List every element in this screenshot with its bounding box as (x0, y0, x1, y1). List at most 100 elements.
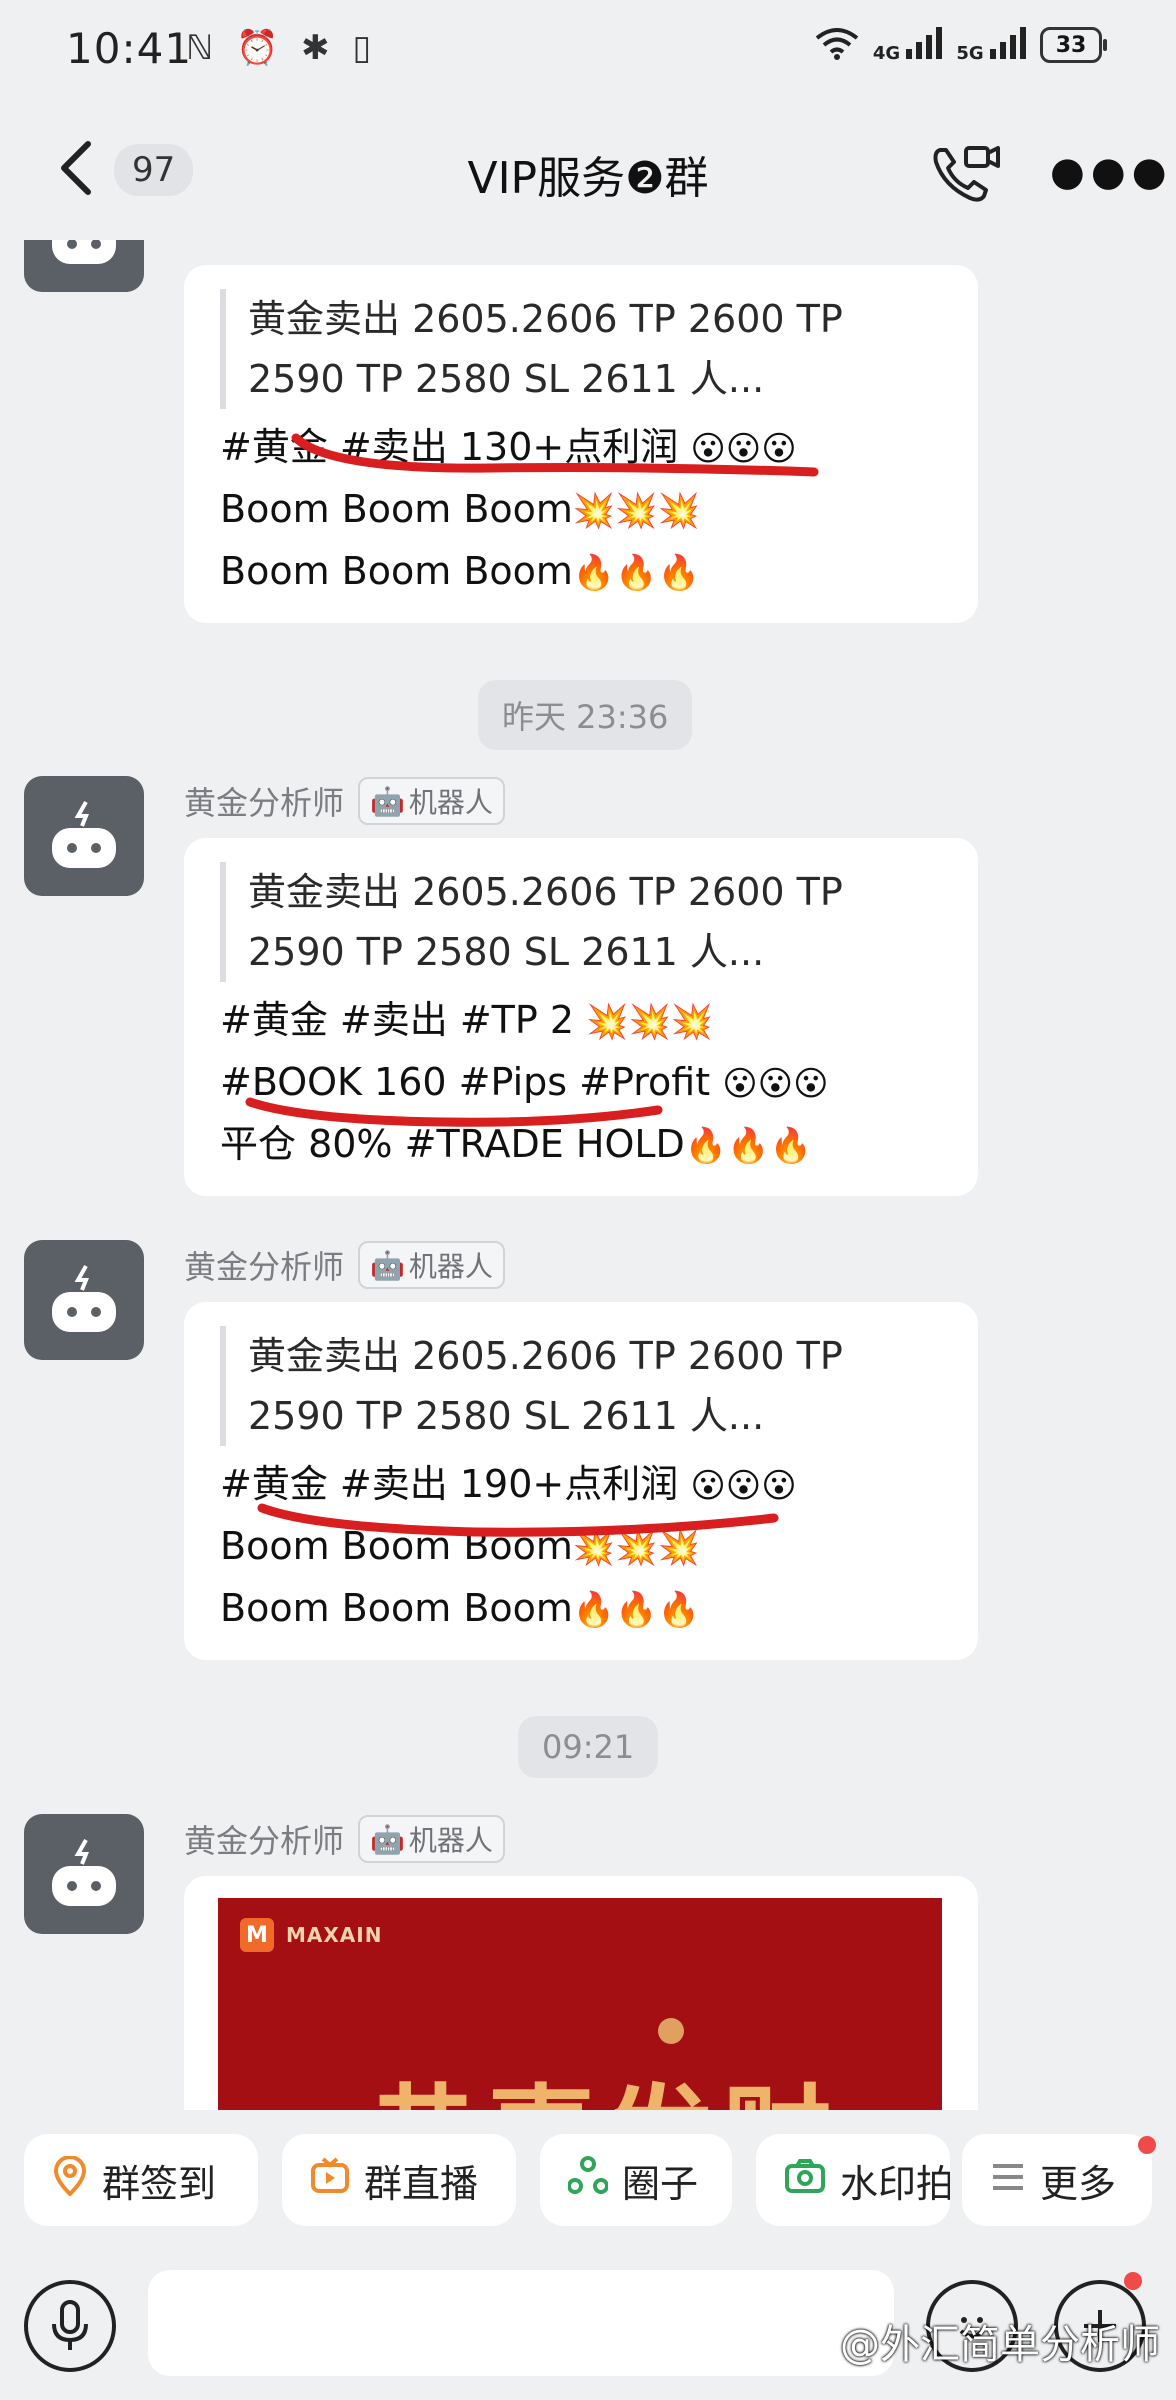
message-text: Boom Boom Boom (220, 487, 573, 531)
message-line: Boom Boom Boom🔥🔥🔥 (220, 541, 942, 603)
bot-tag: 🤖 机器人 (358, 777, 505, 825)
message-text: #BOOK 160 #Pips #Profit (220, 1060, 711, 1104)
sender-name[interactable]: 黄金分析师 (184, 778, 344, 824)
circle-button[interactable]: 圈子 (540, 2134, 732, 2226)
quote-line: 2590 TP 2580 SL 2611 人... (248, 930, 765, 974)
quote-line: 黄金卖出 2605.2606 TP 2600 TP (248, 870, 843, 914)
live-tv-icon (310, 2156, 350, 2204)
poster-headline: 恭喜发财 (368, 2048, 840, 2110)
battery-icon: 33 (1040, 27, 1107, 63)
status-right-icons: 4G 5G 33 (815, 26, 1107, 64)
chat-header: 97 VIP服务❷群 ●●● (0, 100, 1176, 240)
phone-video-icon (933, 146, 1000, 202)
notification-icons: ℕ ⏰ ✱ ▯ (186, 28, 378, 68)
sender-row: 黄金分析师 🤖 机器人 (184, 1815, 505, 1863)
quick-action-label: 圈子 (622, 2161, 699, 2206)
bot-tag-label: 机器人 (408, 786, 493, 819)
bot-tag: 🤖 机器人 (358, 1815, 505, 1863)
quote-line: 黄金卖出 2605.2606 TP 2600 TP (248, 1334, 843, 1378)
status-time: 10:41 (66, 24, 193, 73)
brand-mark-icon: M (240, 1918, 274, 1952)
bot-avatar[interactable] (24, 776, 144, 896)
bot-avatar[interactable] (24, 1814, 144, 1934)
message-input-bar: @外汇简单分析师 (0, 2250, 1176, 2400)
emoji: 🔥🔥🔥 (572, 553, 700, 593)
quick-action-label: 群签到 (102, 2161, 217, 2206)
message-text: #黄金 #卖出 130+点利润 (220, 425, 679, 469)
image-message-bubble[interactable]: M MAXAIN 恭喜发财 (184, 1876, 978, 2110)
more-actions-button[interactable]: 更多 (962, 2134, 1152, 2226)
emoji: 🔥🔥🔥 (572, 1590, 700, 1630)
video-call-button[interactable] (930, 142, 1002, 206)
message-line: #黄金 #卖出 190+点利润 😮😮😮 (220, 1454, 942, 1516)
message-list[interactable]: 黄金卖出 2605.2606 TP 2600 TP 2590 TP 2580 S… (0, 240, 1176, 2110)
timestamp-chip: 09:21 (518, 1716, 659, 1778)
quote-line: 2590 TP 2580 SL 2611 人... (248, 357, 765, 401)
robot-icon (52, 801, 116, 868)
message-text: #黄金 #卖出 190+点利润 (220, 1462, 679, 1506)
network-type-label: 5G (956, 42, 984, 64)
message-text: #黄金 #卖出 #TP 2 (220, 998, 575, 1042)
microphone-icon (52, 2300, 88, 2350)
message-line: #BOOK 160 #Pips #Profit 😮😮😮 (220, 1052, 942, 1114)
notification-dot (1124, 2272, 1142, 2290)
sender-row: 黄金分析师 🤖 机器人 (184, 777, 505, 825)
message-text: Boom Boom Boom (220, 549, 573, 593)
sender-row: 黄金分析师 🤖 机器人 (184, 1241, 505, 1289)
emoji: 😮😮😮 (690, 429, 797, 469)
notification-dot (1138, 2136, 1156, 2154)
message-line: Boom Boom Boom💥💥💥 (220, 479, 942, 541)
message-text: 平仓 80% #TRADE HOLD (220, 1122, 685, 1166)
message-line: #黄金 #卖出 130+点利润 😮😮😮 (220, 417, 942, 479)
emoji: 💥💥💥 (572, 1528, 700, 1568)
message-text-input[interactable] (148, 2270, 894, 2376)
emoji: 💥💥💥 (572, 491, 700, 531)
quoted-message[interactable]: 黄金卖出 2605.2606 TP 2600 TP 2590 TP 2580 S… (220, 1326, 942, 1446)
circle-share-icon (567, 2155, 609, 2205)
robot-small-icon: 🤖 (370, 1822, 405, 1856)
message-line: Boom Boom Boom💥💥💥 (220, 1516, 942, 1578)
emoji: 😮😮😮 (722, 1064, 829, 1104)
seal-icon (658, 2018, 684, 2044)
emoji: 😮😮😮 (690, 1466, 797, 1506)
status-bar: 10:41 ℕ ⏰ ✱ ▯ 4G 5G 33 (0, 0, 1176, 100)
bot-tag-label: 机器人 (408, 1824, 493, 1857)
quote-line: 2590 TP 2580 SL 2611 人... (248, 1394, 765, 1438)
sender-name[interactable]: 黄金分析师 (184, 1816, 344, 1862)
promo-poster-image[interactable]: M MAXAIN 恭喜发财 (218, 1898, 942, 2110)
sender-name[interactable]: 黄金分析师 (184, 1242, 344, 1288)
signal-bars-icon (906, 26, 943, 59)
wifi-icon (815, 26, 859, 64)
emoji: 💥💥💥 (586, 1002, 714, 1042)
timestamp-chip: 昨天 23:36 (478, 680, 693, 750)
quick-action-label: 更多 (1040, 2161, 1117, 2206)
message-bubble[interactable]: 黄金卖出 2605.2606 TP 2600 TP 2590 TP 2580 S… (184, 265, 978, 623)
robot-icon (52, 1839, 116, 1906)
message-line: #黄金 #卖出 #TP 2 💥💥💥 (220, 990, 942, 1052)
camera-icon (784, 2158, 826, 2203)
group-checkin-button[interactable]: 群签到 (24, 2134, 258, 2226)
robot-icon (52, 240, 116, 264)
more-options-button[interactable]: ●●● (1050, 152, 1173, 192)
location-pin-icon (52, 2154, 88, 2205)
voice-input-button[interactable] (24, 2280, 116, 2372)
message-text: Boom Boom Boom (220, 1586, 573, 1630)
message-bubble[interactable]: 黄金卖出 2605.2606 TP 2600 TP 2590 TP 2580 S… (184, 838, 978, 1196)
network-type-label: 4G (872, 42, 901, 64)
quick-action-bar: 群签到 群直播 圈子 水印拍 更多 (0, 2120, 1176, 2250)
signal-bars-icon (990, 26, 1026, 59)
message-bubble[interactable]: 黄金卖出 2605.2606 TP 2600 TP 2590 TP 2580 S… (184, 1302, 978, 1660)
poster-logo: M MAXAIN (240, 1918, 382, 1952)
bot-avatar[interactable] (24, 240, 144, 292)
quick-action-label: 群直播 (364, 2161, 479, 2206)
quote-line: 黄金卖出 2605.2606 TP 2600 TP (248, 297, 843, 341)
bot-avatar[interactable] (24, 1240, 144, 1360)
cellular-signal-2: 5G (956, 26, 1026, 64)
quick-action-label: 水印拍 (840, 2161, 950, 2206)
quoted-message[interactable]: 黄金卖出 2605.2606 TP 2600 TP 2590 TP 2580 S… (220, 862, 942, 982)
quoted-message[interactable]: 黄金卖出 2605.2606 TP 2600 TP 2590 TP 2580 S… (220, 289, 942, 409)
cellular-signal-1: 4G (872, 26, 943, 64)
message-line: 平仓 80% #TRADE HOLD🔥🔥🔥 (220, 1114, 942, 1176)
watermark-camera-button[interactable]: 水印拍 (756, 2134, 950, 2226)
group-live-button[interactable]: 群直播 (282, 2134, 516, 2226)
